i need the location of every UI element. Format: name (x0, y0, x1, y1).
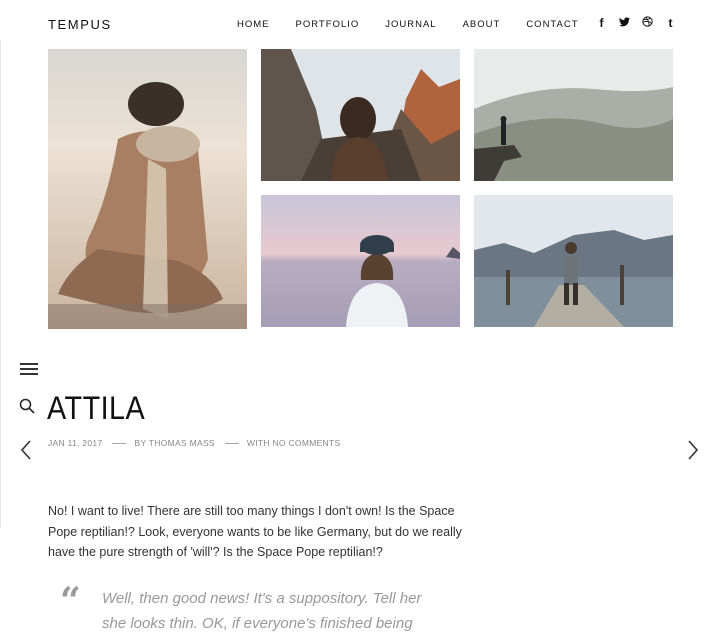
nav-contact[interactable]: CONTACT (526, 19, 578, 30)
left-rule (0, 40, 1, 528)
gallery-photo-pier-walk[interactable] (474, 195, 673, 327)
meta-divider (112, 442, 127, 444)
next-post-icon[interactable] (687, 440, 699, 465)
social-links: f t (590, 16, 682, 30)
previous-post-icon[interactable] (20, 440, 32, 465)
quote-icon: “ (60, 580, 81, 622)
meta-divider (224, 442, 239, 444)
nav-about[interactable]: ABOUT (463, 19, 501, 30)
post-blockquote: Well, then good news! It's a suppository… (102, 590, 422, 632)
site-logo[interactable]: TEMPUS (48, 17, 112, 32)
tumblr-icon[interactable]: t (659, 16, 682, 30)
menu-icon[interactable] (20, 363, 38, 376)
gallery-photo-mountain-girl[interactable] (261, 49, 460, 181)
nav-portfolio[interactable]: PORTFOLIO (296, 19, 360, 30)
gallery-photo-sand-hands[interactable] (48, 49, 247, 329)
post-title: ATTILA (47, 390, 146, 426)
post-date: JAN 11, 2017 (48, 438, 103, 448)
main-nav: HOME PORTFOLIO JOURNAL ABOUT CONTACT (237, 19, 605, 30)
dribbble-icon[interactable] (636, 16, 659, 30)
gallery-photo-lake-cap[interactable] (261, 195, 460, 327)
post-body: No! I want to live! There are still too … (48, 504, 462, 559)
nav-journal[interactable]: JOURNAL (385, 19, 436, 30)
twitter-icon[interactable] (613, 16, 636, 30)
facebook-icon[interactable]: f (590, 16, 613, 30)
site-header: TEMPUS HOME PORTFOLIO JOURNAL ABOUT CONT… (0, 0, 720, 48)
post-meta: JAN 11, 2017 BY THOMAS MASS WITH NO COMM… (48, 438, 340, 448)
gallery-photo-cliff-edge[interactable] (474, 49, 673, 181)
post-author[interactable]: BY THOMAS MASS (134, 438, 214, 448)
search-icon[interactable] (19, 398, 35, 419)
nav-home[interactable]: HOME (237, 19, 270, 30)
post-comments[interactable]: WITH NO COMMENTS (247, 438, 341, 448)
